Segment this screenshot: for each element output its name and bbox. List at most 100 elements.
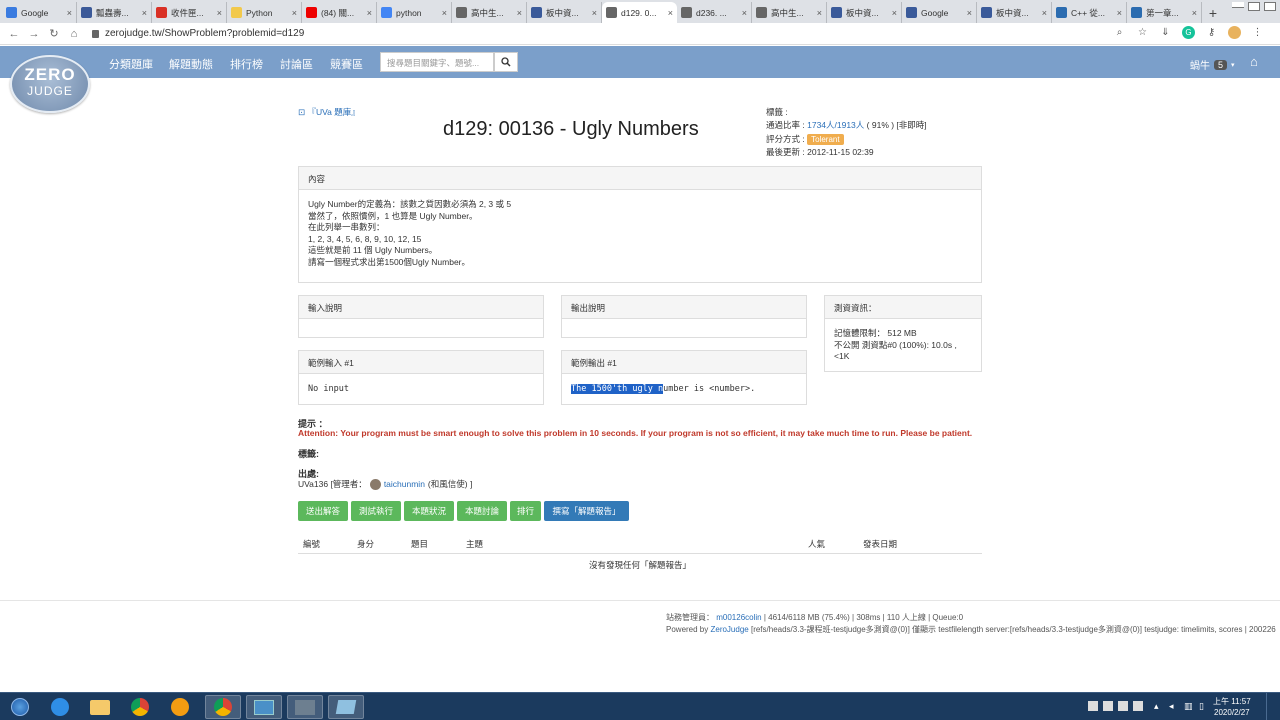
close-tab-icon[interactable]: × bbox=[742, 8, 747, 18]
nav-forum[interactable]: 討論區 bbox=[280, 56, 313, 72]
tray-icon[interactable] bbox=[1118, 701, 1128, 711]
network-icon[interactable]: ▥ bbox=[1184, 701, 1194, 711]
close-tab-icon[interactable]: × bbox=[1042, 8, 1047, 18]
write-report-button[interactable]: 撰寫「解題報告」 bbox=[544, 501, 629, 521]
close-tab-icon[interactable]: × bbox=[967, 8, 972, 18]
browser-tab[interactable]: d129. 0... × bbox=[602, 2, 677, 23]
browser-tab[interactable]: 高中生... × bbox=[752, 2, 827, 23]
menu-dots-icon[interactable]: ⋮ bbox=[1251, 26, 1264, 39]
close-tab-icon[interactable]: × bbox=[442, 8, 447, 18]
key-icon[interactable]: ⚷ bbox=[1205, 26, 1218, 39]
close-tab-icon[interactable]: × bbox=[892, 8, 897, 18]
pass-ratio-link[interactable]: 1734人/1913人 bbox=[807, 120, 864, 130]
col-views: 人氣 bbox=[808, 539, 826, 549]
close-tab-icon[interactable]: × bbox=[292, 8, 297, 18]
browser-tab[interactable]: 板中資... × bbox=[977, 2, 1052, 23]
nav-contests[interactable]: 競賽區 bbox=[330, 56, 363, 72]
close-tab-icon[interactable]: × bbox=[217, 8, 222, 18]
start-button[interactable] bbox=[2, 695, 38, 719]
globe-icon bbox=[606, 7, 617, 18]
chrome-active-icon[interactable] bbox=[205, 695, 241, 719]
close-tab-icon[interactable]: × bbox=[668, 8, 673, 18]
chrome-icon[interactable] bbox=[122, 695, 158, 719]
close-tab-icon[interactable]: × bbox=[67, 8, 72, 18]
restore-button[interactable] bbox=[1248, 2, 1260, 11]
problem-status-button[interactable]: 本題狀況 bbox=[404, 501, 454, 521]
test-info-body: 記憶體限制： 512 MB 不公開 測資點#0 (100%): 10.0s , … bbox=[834, 328, 957, 361]
new-tab-button[interactable]: + bbox=[1202, 2, 1224, 23]
browser-tab[interactable]: Google × bbox=[902, 2, 977, 23]
browser-tab[interactable]: Google × bbox=[2, 2, 77, 23]
close-tab-icon[interactable]: × bbox=[592, 8, 597, 18]
speaker-icon[interactable]: ◂ bbox=[1169, 701, 1179, 711]
notepad-icon[interactable] bbox=[328, 695, 364, 719]
search-button[interactable] bbox=[494, 52, 518, 72]
admin-link[interactable]: m00126colin bbox=[716, 613, 761, 622]
ranking-button[interactable]: 排行 bbox=[510, 501, 541, 521]
browser-tab[interactable]: C++ 從... × bbox=[1052, 2, 1127, 23]
test-run-button[interactable]: 測試執行 bbox=[351, 501, 401, 521]
grammarly-icon[interactable]: G bbox=[1182, 26, 1195, 39]
url-field[interactable]: zerojudge.tw/ShowProblem?problemid=d129 bbox=[92, 28, 304, 39]
browser-tab[interactable]: 板中資... × bbox=[827, 2, 902, 23]
search-input[interactable]: 搜尋題目關鍵字、題號... bbox=[380, 52, 494, 72]
browser-tab[interactable]: 第一章... × bbox=[1127, 2, 1202, 23]
facebook-icon bbox=[81, 7, 92, 18]
footer-divider bbox=[0, 600, 1280, 601]
zerojudge-link[interactable]: ZeroJudge bbox=[710, 625, 748, 634]
remote-desktop-icon[interactable] bbox=[246, 695, 282, 719]
close-tab-icon[interactable]: × bbox=[142, 8, 147, 18]
extension-icon[interactable]: ⇓ bbox=[1159, 26, 1172, 39]
nav-ranking[interactable]: 排行榜 bbox=[230, 56, 263, 72]
browser-tab[interactable]: (84) 關... × bbox=[302, 2, 377, 23]
browser-tab[interactable]: 高中生... × bbox=[452, 2, 527, 23]
tray-icon[interactable] bbox=[1133, 701, 1143, 711]
app-window-icon[interactable] bbox=[287, 695, 323, 719]
sample-output-text[interactable]: The 1500'th ugly number is <number>. bbox=[562, 374, 806, 404]
forward-button[interactable]: → bbox=[24, 28, 44, 40]
manager-link[interactable]: taichunmin bbox=[384, 479, 425, 489]
clock[interactable]: 上午 11:57 2020/2/27 bbox=[1213, 696, 1251, 718]
back-button[interactable]: ← bbox=[4, 28, 24, 40]
up-arrow-icon[interactable]: ▴ bbox=[1154, 701, 1164, 711]
browser-tab[interactable]: 收件匣... × bbox=[152, 2, 227, 23]
zerojudge-logo[interactable]: ZERO JUDGE bbox=[10, 55, 90, 113]
reload-button[interactable]: ↻ bbox=[44, 27, 64, 40]
media-player-icon[interactable] bbox=[162, 695, 198, 719]
sample-input-text[interactable]: No input bbox=[299, 374, 543, 404]
input-method-icon[interactable]: ▯ bbox=[1199, 701, 1209, 711]
category-link[interactable]: ⊡ 『UVa 題庫』 bbox=[298, 106, 360, 118]
browser-tab[interactable]: 板中資... × bbox=[527, 2, 602, 23]
browser-tab[interactable]: python × bbox=[377, 2, 452, 23]
browser-tab[interactable]: Python × bbox=[227, 2, 302, 23]
close-tab-icon[interactable]: × bbox=[1192, 8, 1197, 18]
profile-icon[interactable] bbox=[1228, 26, 1241, 39]
tray-icon[interactable] bbox=[1088, 701, 1098, 711]
col-date: 發表日期 bbox=[863, 539, 898, 549]
problem-discussion-button[interactable]: 本題討論 bbox=[457, 501, 507, 521]
browser-tab[interactable]: 瓢蟲壽... × bbox=[77, 2, 152, 23]
hint-text: Attention: Your program must be smart en… bbox=[298, 428, 973, 438]
star-icon[interactable]: ☆ bbox=[1136, 26, 1149, 39]
tray-icon[interactable] bbox=[1103, 701, 1113, 711]
close-tab-icon[interactable]: × bbox=[817, 8, 822, 18]
nav-solution-status[interactable]: 解題動態 bbox=[169, 56, 213, 72]
home-button[interactable]: ⌂ bbox=[64, 28, 84, 40]
home-icon[interactable]: ⌂ bbox=[1250, 54, 1258, 69]
close-tab-icon[interactable]: × bbox=[367, 8, 372, 18]
content-body: Ugly Number的定義為：該數之質因數必須為 2, 3 或 5 當然了，依照… bbox=[299, 190, 981, 276]
minimize-button[interactable] bbox=[1232, 2, 1244, 8]
clock-date: 2020/2/27 bbox=[1214, 708, 1250, 717]
nav-problem-categories[interactable]: 分類題庫 bbox=[109, 56, 153, 72]
zoom-icon[interactable]: ⌕ bbox=[1113, 26, 1126, 39]
close-tab-icon[interactable]: × bbox=[517, 8, 522, 18]
submit-solution-button[interactable]: 送出解答 bbox=[298, 501, 348, 521]
show-desktop-button[interactable] bbox=[1266, 693, 1280, 720]
close-window-button[interactable] bbox=[1264, 2, 1276, 11]
ie-icon[interactable] bbox=[42, 695, 78, 719]
close-tab-icon[interactable]: × bbox=[1117, 8, 1122, 18]
user-menu[interactable]: 蝸牛 5 ▾ bbox=[1190, 57, 1235, 72]
test-info-header: 測資資訊： bbox=[825, 296, 981, 319]
browser-tab[interactable]: d236. ... × bbox=[677, 2, 752, 23]
explorer-icon[interactable] bbox=[82, 695, 118, 719]
